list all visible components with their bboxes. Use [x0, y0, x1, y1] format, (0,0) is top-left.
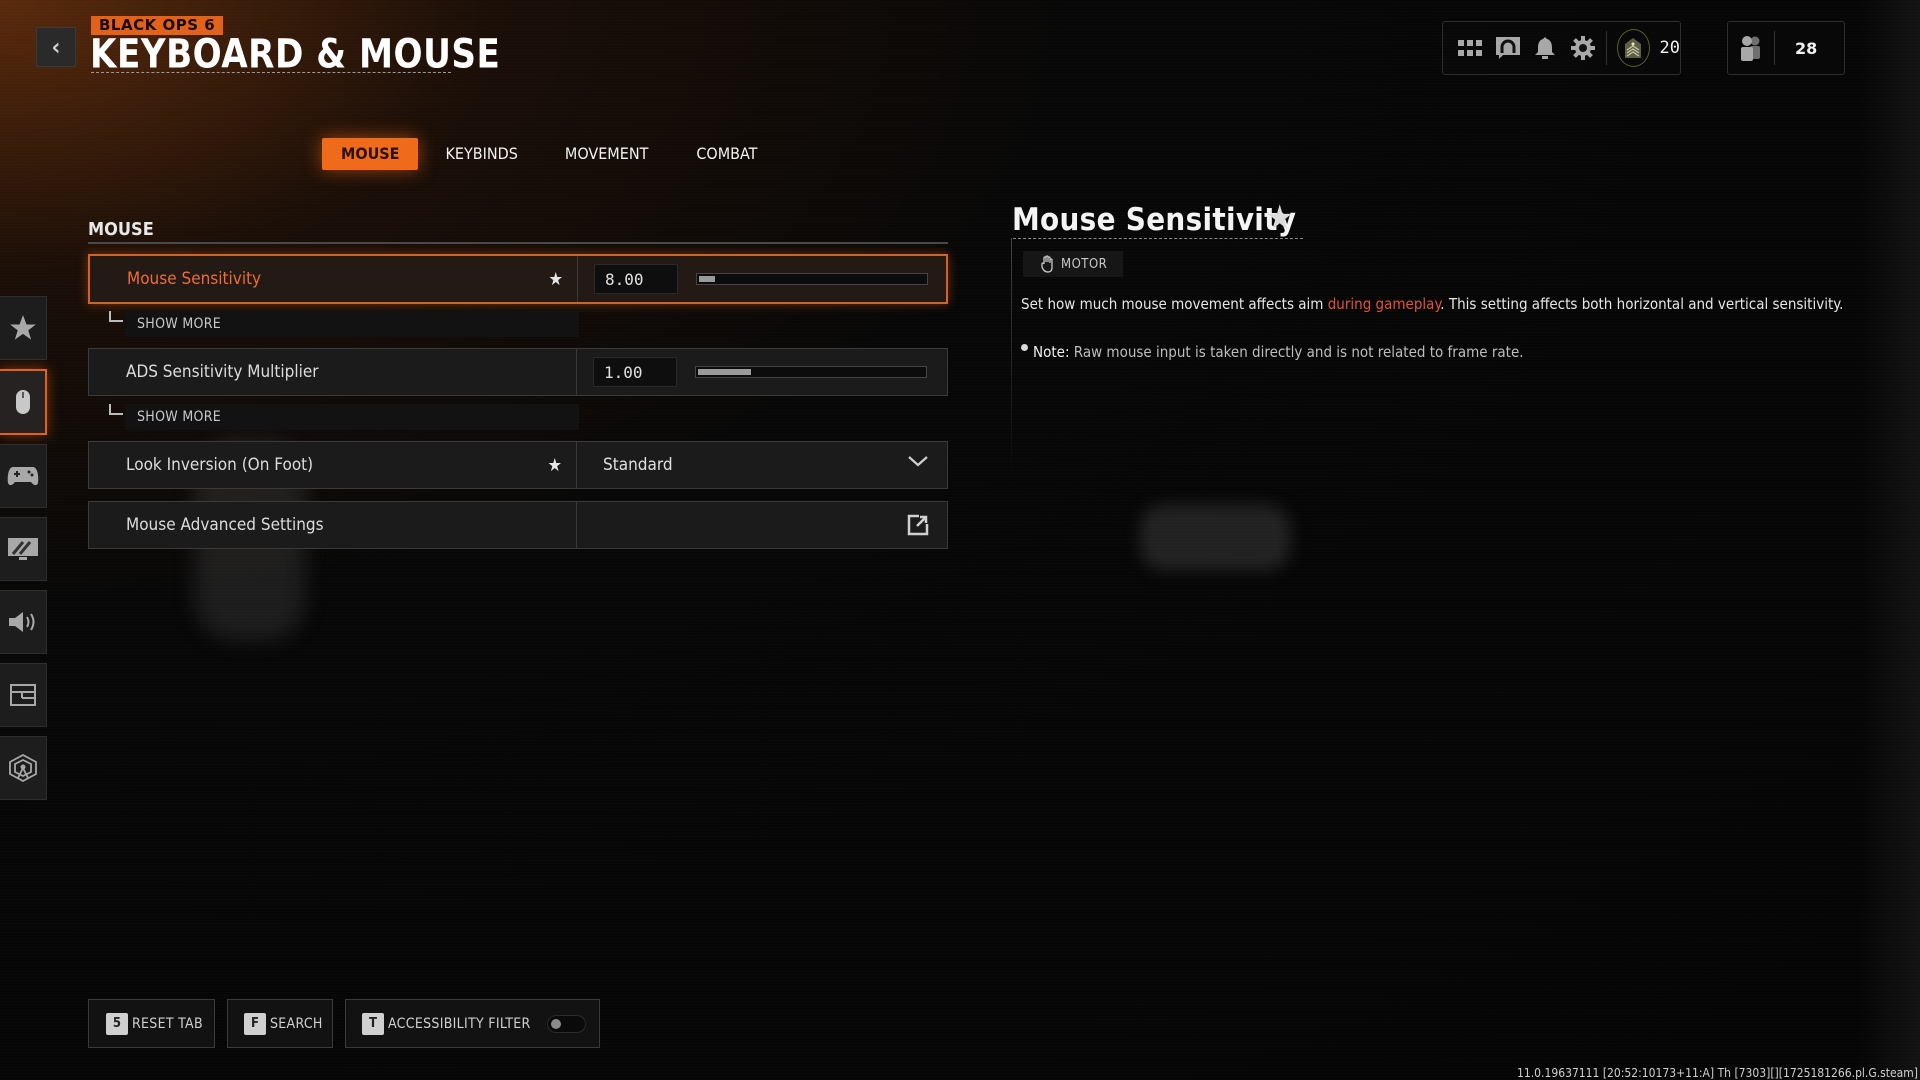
look-inversion-dropdown[interactable]: Standard — [577, 442, 947, 488]
detail-title-underline — [1013, 238, 1303, 239]
mouse-sensitivity-value-input[interactable]: 8.00 — [594, 264, 678, 294]
mouse-icon — [15, 390, 30, 414]
setting-row-mouse-advanced[interactable]: Mouse Advanced Settings — [88, 501, 948, 549]
sidebar-item-mouse[interactable] — [0, 369, 47, 435]
sidebar-item-interface[interactable] — [0, 663, 47, 727]
setting-label: Mouse Sensitivity — [127, 269, 262, 289]
show-more-button[interactable]: SHOW MORE — [125, 404, 579, 430]
setting-row-ads-sensitivity-multiplier[interactable]: ADS Sensitivity Multiplier 1.00 — [88, 348, 948, 396]
tab-combat[interactable]: COMBAT — [696, 138, 757, 170]
rank-badge[interactable] — [1616, 29, 1650, 67]
setting-label: ADS Sensitivity Multiplier — [126, 362, 319, 382]
setting-label: Look Inversion (On Foot) — [126, 455, 314, 475]
network-icon — [9, 754, 37, 782]
tab-keybinds[interactable]: KEYBINDS — [445, 138, 517, 170]
accessibility-filter-button[interactable]: T ACCESSIBILITY FILTER — [345, 999, 600, 1048]
edge-vignette — [1860, 0, 1920, 1080]
sidebar-item-graphics[interactable] — [0, 517, 47, 581]
reset-tab-button[interactable]: 5 RESET TAB — [88, 999, 215, 1048]
settings-button[interactable] — [1564, 26, 1602, 70]
sidebar-item-favorites[interactable] — [0, 296, 47, 360]
detail-note: Note: Raw mouse input is taken directly … — [1021, 343, 1524, 361]
bell-icon — [1535, 37, 1556, 59]
speaker-audio-icon — [9, 612, 35, 632]
gamepad-icon — [7, 467, 39, 486]
ads-multiplier-slider[interactable] — [695, 366, 927, 378]
settings-tabs: MOUSE KEYBINDS MOVEMENT COMBAT — [322, 138, 757, 170]
slider-fill — [699, 276, 716, 282]
keycap: T — [362, 1012, 384, 1035]
accessibility-tag: MOTOR — [1023, 251, 1123, 277]
tree-elbow-icon — [109, 404, 123, 415]
chevron-down-icon — [908, 456, 928, 467]
button-label: ACCESSIBILITY FILTER — [388, 1015, 531, 1032]
top-status-bar: 20 — [1442, 21, 1681, 75]
support-button[interactable] — [1489, 26, 1527, 70]
sidebar-item-controller[interactable] — [0, 444, 47, 508]
back-button[interactable]: ‹ — [36, 27, 76, 67]
keycap: 5 — [106, 1012, 128, 1035]
favorite-star-icon[interactable]: ★ — [548, 269, 563, 290]
category-sidebar — [0, 296, 47, 809]
grid-menu-button[interactable] — [1451, 26, 1489, 70]
player-level: 20 — [1659, 38, 1680, 58]
favorite-star-icon[interactable]: ★ — [547, 455, 562, 476]
setting-label: Mouse Advanced Settings — [126, 515, 324, 535]
page-title: KEYBOARD & MOUSE — [90, 30, 501, 78]
accessibility-filter-toggle[interactable] — [546, 1014, 586, 1033]
detail-divider — [1011, 238, 1012, 478]
title-underline — [91, 72, 451, 73]
tree-elbow-icon — [109, 311, 123, 322]
background-blur-shape — [1140, 505, 1290, 570]
chevron-left-icon: ‹ — [51, 33, 61, 61]
description-highlight: during gameplay — [1327, 295, 1441, 313]
show-more-label: SHOW MORE — [137, 316, 222, 332]
hand-icon — [1041, 255, 1053, 273]
show-more-label: SHOW MORE — [137, 409, 222, 425]
tag-label: MOTOR — [1061, 256, 1108, 272]
divider — [1605, 31, 1607, 65]
friends-icon — [1741, 36, 1760, 61]
rank-chevron-icon — [1625, 38, 1642, 58]
button-label: SEARCH — [270, 1015, 323, 1032]
show-more-button[interactable]: SHOW MORE — [125, 311, 579, 337]
grid-menu-icon — [1457, 40, 1482, 56]
tab-mouse[interactable]: MOUSE — [322, 138, 419, 170]
star-icon — [10, 315, 36, 340]
tab-movement[interactable]: MOVEMENT — [565, 138, 648, 170]
interface-layout-icon — [10, 684, 36, 706]
keycap: F — [244, 1012, 266, 1035]
dropdown-value: Standard — [603, 455, 673, 475]
section-heading: MOUSE — [88, 219, 154, 240]
external-link-icon[interactable] — [907, 514, 929, 536]
setting-row-look-inversion[interactable]: Look Inversion (On Foot) ★ Standard — [88, 441, 948, 489]
headset-support-icon — [1495, 37, 1520, 59]
detail-description: Set how much mouse movement affects aim … — [1021, 295, 1844, 313]
setting-row-mouse-sensitivity[interactable]: Mouse Sensitivity ★ 8.00 — [88, 254, 948, 304]
search-button[interactable]: F SEARCH — [227, 999, 333, 1048]
social-button[interactable]: 28 — [1727, 21, 1845, 75]
detail-title: Mouse Sensitivity — [1012, 202, 1297, 238]
slider-fill — [698, 369, 751, 375]
friends-count: 28 — [1795, 38, 1818, 58]
gear-icon — [1570, 36, 1595, 60]
notifications-button[interactable] — [1526, 26, 1564, 70]
bullet-icon — [1021, 344, 1028, 351]
section-divider — [88, 242, 948, 244]
divider — [1774, 31, 1775, 65]
monitor-graphics-icon — [8, 538, 38, 560]
ads-multiplier-value-input[interactable]: 1.00 — [593, 357, 677, 387]
toggle-knob — [550, 1018, 561, 1029]
button-label: RESET TAB — [132, 1015, 203, 1032]
build-version-string: 11.0.19637111 [20:52:10173+11:A] Th [730… — [1517, 1066, 1918, 1080]
mouse-sensitivity-slider[interactable] — [696, 273, 928, 285]
sidebar-item-network[interactable] — [0, 736, 47, 800]
favorite-star-icon[interactable]: ★ — [1266, 198, 1293, 238]
sidebar-item-audio[interactable] — [0, 590, 47, 654]
